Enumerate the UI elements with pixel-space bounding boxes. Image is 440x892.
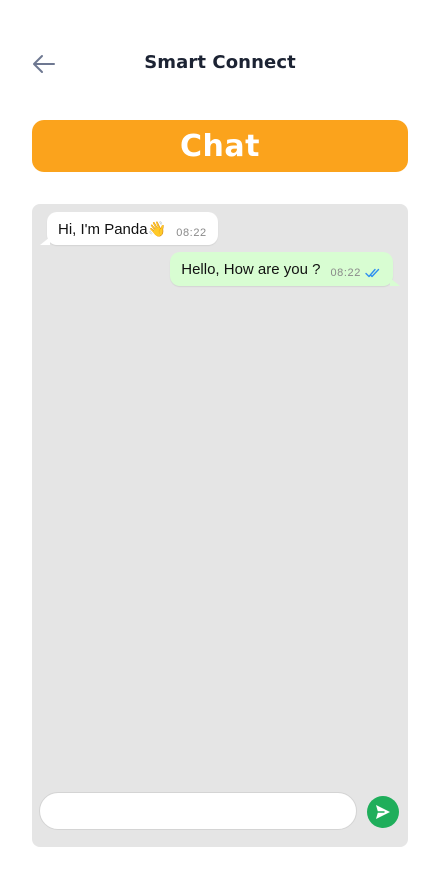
chat-banner-label: Chat xyxy=(180,128,260,164)
message-text: Hi, I'm Panda👋 xyxy=(58,220,167,238)
outgoing-message: Hello, How are you ? 08:22 xyxy=(170,252,400,286)
page-title: Smart Connect xyxy=(144,52,296,73)
message-text: Hello, How are you ? xyxy=(181,260,321,278)
send-icon xyxy=(376,805,390,819)
message-time: 08:22 xyxy=(176,226,207,239)
message-input[interactable] xyxy=(39,792,357,830)
incoming-message: Hi, I'm Panda👋 08:22 xyxy=(40,212,218,245)
double-check-icon xyxy=(365,268,381,278)
chat-banner: Chat xyxy=(32,120,408,172)
send-button[interactable] xyxy=(367,796,399,828)
app-header: Smart Connect xyxy=(0,40,440,88)
message-time: 08:22 xyxy=(330,267,361,279)
chat-panel: Hi, I'm Panda👋 08:22 Hello, How are you … xyxy=(32,204,408,847)
